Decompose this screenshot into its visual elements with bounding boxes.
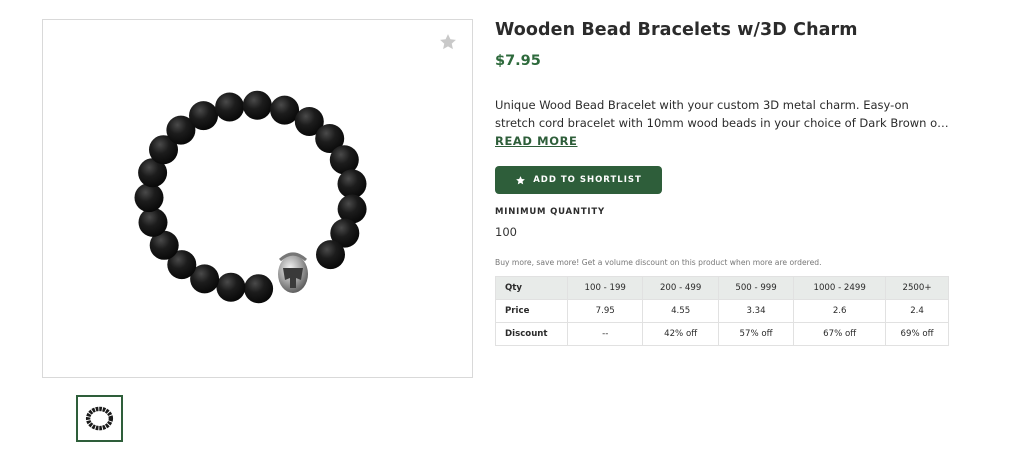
table-header-cell: 2500+: [885, 276, 949, 300]
bracelet-image: [134, 90, 367, 304]
table-header-cell: 1000 - 2499: [793, 276, 887, 300]
star-icon: [516, 175, 526, 184]
volume-pricing-table: Qty 100 - 199 200 - 499 500 - 999 1000 -…: [495, 276, 949, 346]
bead: [242, 90, 272, 120]
volume-discount-note: Buy more, save more! Get a volume discou…: [495, 258, 822, 267]
shortlist-label: ADD TO SHORTLIST: [533, 175, 642, 185]
bead: [215, 92, 245, 122]
table-cell: Price: [495, 299, 568, 323]
table-cell: 2.4: [885, 299, 949, 323]
table-cell: 4.55: [642, 299, 719, 323]
table-header-cell: Qty: [495, 276, 568, 300]
minimum-quantity-label: MINIMUM QUANTITY: [495, 207, 605, 217]
table-cell: 3.34: [717, 299, 795, 323]
table-cell: 67% off: [793, 322, 887, 346]
description-text: Unique Wood Bead Bracelet with your cust…: [495, 98, 942, 130]
bead: [337, 169, 367, 199]
table-header-cell: 200 - 499: [642, 276, 719, 300]
table-cell: 57% off: [717, 322, 795, 346]
bead: [270, 95, 300, 125]
bead: [244, 274, 274, 304]
bead: [316, 240, 345, 270]
read-more-link[interactable]: READ MORE: [495, 132, 578, 150]
table-row: Discount -- 42% off 57% off 67% off 69% …: [495, 322, 949, 346]
minimum-quantity-value: 100: [495, 225, 517, 239]
table-header-cell: 100 - 199: [566, 276, 644, 300]
product-description: Unique Wood Bead Bracelet with your cust…: [495, 96, 950, 150]
table-cell: Discount: [495, 322, 568, 346]
table-cell: 69% off: [885, 322, 949, 346]
table-cell: 7.95: [566, 299, 644, 323]
bracelet-thumbnail-icon: [85, 406, 114, 431]
bead: [134, 183, 164, 213]
bead: [216, 272, 246, 302]
table-cell: 2.6: [793, 299, 887, 323]
table-cell: 42% off: [642, 322, 719, 346]
product-main-image[interactable]: [42, 19, 473, 378]
product-title: Wooden Bead Bracelets w/3D Charm: [495, 20, 858, 40]
table-header-cell: 500 - 999: [717, 276, 795, 300]
table-cell: --: [566, 322, 644, 346]
bead: [189, 101, 218, 131]
star-icon[interactable]: [438, 32, 458, 52]
product-thumbnail[interactable]: [76, 395, 123, 442]
table-row: Price 7.95 4.55 3.34 2.6 2.4: [495, 299, 949, 323]
table-header-row: Qty 100 - 199 200 - 499 500 - 999 1000 -…: [495, 276, 949, 300]
add-to-shortlist-button[interactable]: ADD TO SHORTLIST: [495, 166, 662, 194]
product-price: $7.95: [495, 53, 541, 69]
bead: [138, 207, 168, 237]
